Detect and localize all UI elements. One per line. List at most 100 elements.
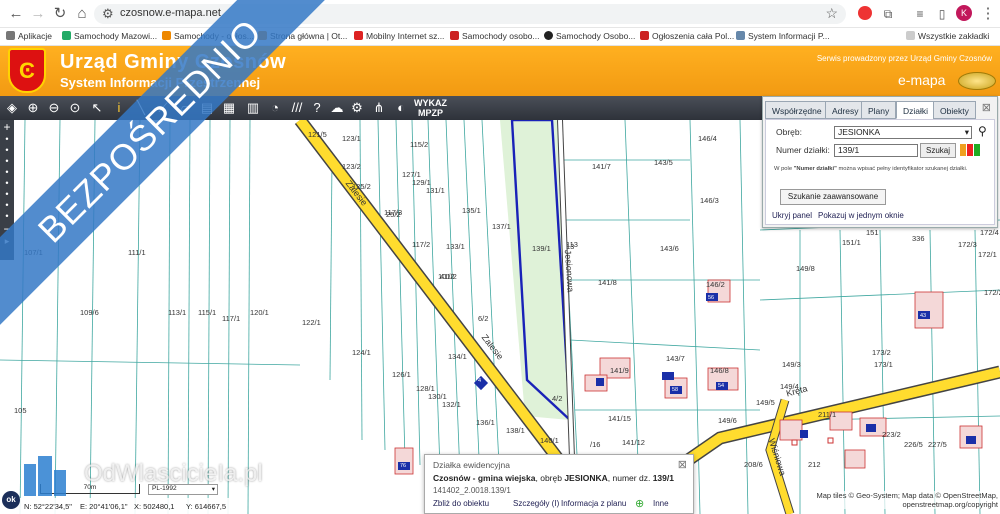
menu-kebab-icon[interactable]: ⋮ [978,4,998,24]
longitude-readout: E: 20°41'06,1" [80,502,128,511]
close-popup-icon[interactable]: ⊠ [678,458,687,471]
address-bar[interactable]: ⚙ czosnow.e-mapa.net ☆ [94,4,846,24]
wykaz-mpzp-button[interactable]: WYKAZ MPZP [414,98,447,118]
forward-icon[interactable]: → [28,4,48,24]
emapa-brand: e-mapa [898,72,946,88]
advanced-search-button[interactable]: Szukanie zaawansowane [780,189,886,205]
parcel-number: 227/5 [928,440,947,449]
parcel-number: /16 [590,440,601,449]
help-icon[interactable]: ? [308,99,326,117]
obreb-label: Obręb: [776,127,802,137]
media-icon[interactable]: ≡ [910,4,930,24]
plan-info-link[interactable]: Informacja z planu [561,499,626,508]
bookmark-item[interactable]: Mobilny Internet sz... [354,31,444,41]
parcel-number: 173/2 [872,348,891,357]
bookmark-item[interactable]: Samochody Mazowi... [62,31,157,41]
all-bookmarks-folder[interactable]: Wszystkie zakładki [906,31,989,41]
bookmark-item[interactable]: System Informacji P... [736,31,830,41]
sign-icon[interactable]: ◐ [392,99,410,117]
parcel-number: 172/1 [978,250,997,259]
numer-dzialki-input[interactable]: 139/1 [834,144,918,157]
comment-icon[interactable]: ◔ [266,99,284,117]
back-icon[interactable]: ← [6,4,26,24]
extension-icon[interactable] [858,6,872,20]
parcel-number: 121/5 [308,130,327,139]
bookmark-item[interactable]: Samochody Osobo... [544,31,635,41]
color-swatch-red[interactable] [967,144,973,156]
reload-icon[interactable]: ↻ [50,4,70,24]
parcel-number: 141/15 [608,414,631,423]
profile-avatar[interactable]: K [956,5,972,21]
search-panel: Współrzędne Adresy Plany Działki Obiekty… [762,96,998,228]
tab-adresy[interactable]: Adresy [825,101,866,119]
dzialki-form: Obręb: JESIONKA ▾ ⚲ Numer działki: 139/1 … [765,119,995,225]
parcel-number: 172/4 [980,228,999,237]
bookmark-star-icon[interactable]: ☆ [825,5,838,22]
extensions-puzzle-icon[interactable]: ⧉ [878,4,898,24]
service-note: Serwis prowadzony przez Urząd Gminy Czos… [816,54,992,63]
parcel-number: 134/1 [448,352,467,361]
hide-panel-link[interactable]: Ukryj panel [772,211,812,220]
share-icon[interactable]: ⋔ [370,99,388,117]
bookmark-item[interactable]: Ogłoszenia cała Pol... [640,31,734,41]
close-panel-icon[interactable]: ⊠ [982,101,991,114]
home-icon[interactable]: ⌂ [72,4,92,24]
tab-obiekty[interactable]: Obiekty [933,101,976,119]
table-icon[interactable]: ▥ [244,99,262,117]
add-icon[interactable]: ⊕ [635,497,644,510]
side-panel-icon[interactable]: ▯ [932,4,952,24]
browser-toolbar: ← → ↻ ⌂ ⚙ czosnow.e-mapa.net ☆ ⧉ ≡ ▯ K ⋮ [0,0,1000,28]
parcel-number: 149/8 [796,264,815,273]
obreb-select[interactable]: JESIONKA ▾ [834,126,972,139]
latitude-readout: N: 52°22'34,5" [24,502,72,511]
search-icon[interactable]: ⚲ [978,124,987,138]
other-link[interactable]: Inne [653,499,669,508]
parcel-number: 146/8 [710,366,729,375]
zoom-out-icon[interactable]: ⊖ [45,99,63,117]
numer-label: Numer działki: [776,145,830,155]
parcel-number: 13 [566,242,575,251]
parcel-number: 146/2 [706,280,725,289]
parcel-number: 117/2 [412,240,431,249]
ok-button[interactable]: ok [2,491,20,509]
zoom-in-small-icon[interactable]: + [0,120,14,134]
layers-icon[interactable]: ◈ [3,99,21,117]
parcel-number: 151/1 [842,238,861,247]
parcel-number: 111/1 [128,248,146,257]
popup-identifier: 141402_2.0018.139/1 [433,486,511,495]
parcel-number: 146/3 [700,196,719,205]
zoom-in-icon[interactable]: ⊕ [24,99,42,117]
bookmark-item[interactable]: Samochody osobo... [450,31,540,41]
parcel-number: 120/1 [250,308,269,317]
color-swatch-orange[interactable] [960,144,966,156]
parcel-number: 141/9 [610,366,629,375]
single-window-link[interactable]: Pokazuj w jednym oknie [818,211,904,220]
color-swatch-green[interactable] [974,144,980,156]
parcel-number: 172/2 [984,288,1000,297]
pointer-icon[interactable]: ↖ [88,99,106,117]
parcel-number: 143/5 [654,158,673,167]
parcel-number: 124/1 [352,348,371,357]
hint-text: W pole "Numer działki" można wpisać pełn… [774,166,968,172]
parcel-number: 149/3 [782,360,801,369]
zoom-to-object-link[interactable]: Zbliż do obiektu [433,499,489,508]
parcel-number: 212 [808,460,821,469]
house-number: 56 [708,295,715,301]
search-button[interactable]: Szukaj [920,143,956,158]
bookmark-item[interactable]: Aplikacje [6,31,52,41]
parcel-number: 113/1 [168,308,187,317]
parcel-number: 125/2 [352,182,371,191]
cloud-icon[interactable]: ☁ [328,99,346,117]
hatch-icon[interactable]: /// [288,99,306,117]
tab-dzialki[interactable]: Działki [896,101,936,119]
site-info-icon[interactable]: ⚙ [102,6,114,22]
zoom-extent-icon[interactable]: ⊙ [66,99,84,117]
tab-wspolrzedne[interactable]: Współrzędne [765,101,829,119]
tab-plany[interactable]: Plany [861,101,897,119]
buildings-logo-icon [24,456,66,496]
watermark-site-logo: OdWlascicieIa.pl [20,456,280,496]
parcel-info-popup: Działka ewidencyjna ⊠ Czosnów - gmina wi… [424,454,694,514]
parcel-number: 137/1 [492,222,511,231]
details-link[interactable]: Szczegóły (I) [513,499,559,508]
settings-icon[interactable]: ⚙ [348,99,366,117]
